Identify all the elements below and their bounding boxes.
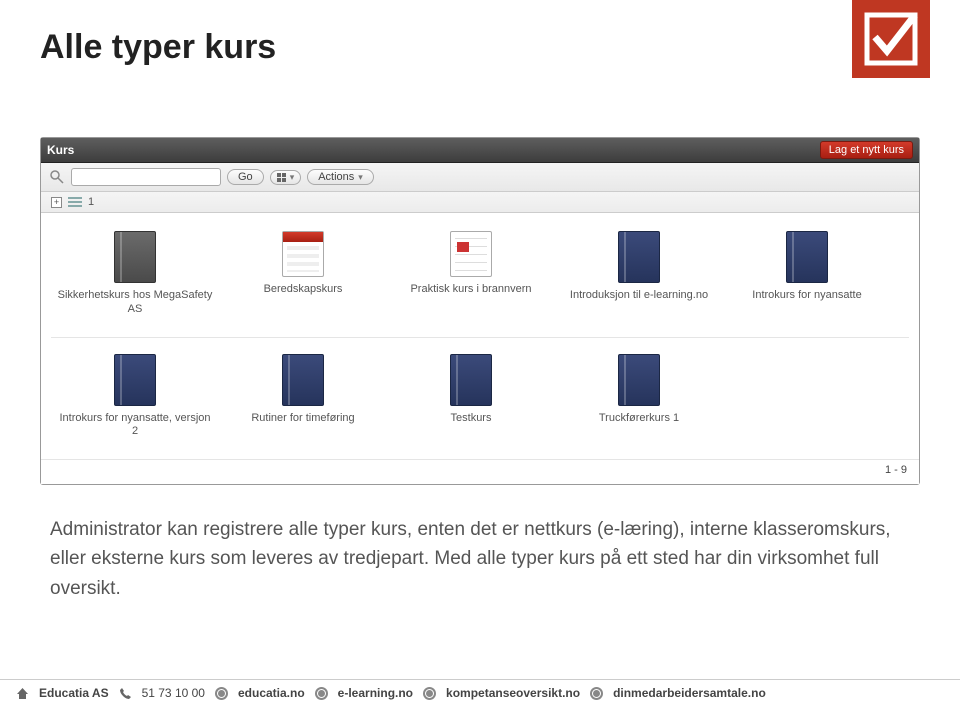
- chevron-down-icon: ▾: [290, 172, 295, 183]
- footer-link[interactable]: kompetanseoversikt.no: [446, 686, 580, 700]
- course-card[interactable]: Truckførerkurs 1: [555, 348, 723, 454]
- book-icon: [282, 354, 324, 406]
- description-text: Administrator kan registrere alle typer …: [50, 515, 910, 603]
- course-label: Praktisk kurs i brannvern: [410, 283, 531, 297]
- phone-icon: [119, 687, 132, 700]
- course-panel: Kurs Lag et nytt kurs Go ▾ Actions ▾ + 1…: [40, 137, 920, 485]
- course-label: Introduksjon til e-learning.no: [570, 289, 708, 303]
- row-divider: [51, 337, 909, 338]
- book-icon: [114, 231, 156, 283]
- actions-button[interactable]: Actions ▾: [307, 169, 374, 185]
- course-label: Beredskapskurs: [264, 283, 343, 297]
- course-card[interactable]: Rutiner for timeføring: [219, 348, 387, 454]
- globe-icon: [215, 687, 228, 700]
- new-course-button[interactable]: Lag et nytt kurs: [820, 141, 913, 159]
- course-card[interactable]: Introkurs for nyansatte, versjon 2: [51, 348, 219, 454]
- toolbar: Go ▾ Actions ▾: [41, 163, 919, 192]
- panel-title: Kurs: [47, 143, 74, 157]
- course-card[interactable]: Beredskapskurs: [219, 225, 387, 331]
- home-icon: [16, 687, 29, 700]
- footer-link[interactable]: educatia.no: [238, 686, 305, 700]
- sub-toolbar: + 1: [41, 192, 919, 213]
- course-label: Sikkerhetskurs hos MegaSafety AS: [55, 289, 215, 317]
- course-label: Introkurs for nyansatte: [752, 289, 861, 303]
- course-label: Introkurs for nyansatte, versjon 2: [55, 412, 215, 440]
- go-button[interactable]: Go: [227, 169, 264, 185]
- footer-phone: 51 73 10 00: [142, 686, 205, 700]
- course-label: Rutiner for timeføring: [251, 412, 354, 426]
- course-card[interactable]: Testkurs: [387, 348, 555, 454]
- footer-link[interactable]: dinmedarbeidersamtale.no: [613, 686, 766, 700]
- footer-company: Educatia AS: [39, 686, 109, 700]
- brand-logo: [852, 0, 930, 78]
- course-card[interactable]: Praktisk kurs i brannvern: [387, 225, 555, 331]
- course-card[interactable]: Introduksjon til e-learning.no: [555, 225, 723, 331]
- list-icon: [68, 197, 82, 208]
- view-toggle-button[interactable]: ▾: [270, 170, 302, 185]
- book-icon: [114, 354, 156, 406]
- globe-icon: [590, 687, 603, 700]
- course-card[interactable]: Introkurs for nyansatte: [723, 225, 891, 331]
- book-icon: [786, 231, 828, 283]
- panel-header: Kurs Lag et nytt kurs: [41, 138, 919, 163]
- calendar-icon: [282, 231, 324, 277]
- result-count: 1 - 9: [41, 459, 919, 484]
- page-footer: Educatia AS 51 73 10 00 educatia.no e-le…: [0, 679, 960, 700]
- course-label: Testkurs: [451, 412, 492, 426]
- globe-icon: [315, 687, 328, 700]
- course-card[interactable]: Sikkerhetskurs hos MegaSafety AS: [51, 225, 219, 331]
- footer-link[interactable]: e-learning.no: [338, 686, 413, 700]
- search-icon: [49, 169, 65, 185]
- course-grid: Sikkerhetskurs hos MegaSafety AS Beredsk…: [41, 213, 919, 459]
- search-input[interactable]: [71, 168, 221, 186]
- book-icon: [450, 354, 492, 406]
- book-icon: [618, 354, 660, 406]
- calendar-icon: [450, 231, 492, 277]
- book-icon: [618, 231, 660, 283]
- globe-icon: [423, 687, 436, 700]
- actions-label: Actions: [318, 171, 354, 183]
- page-indicator: 1: [88, 196, 94, 208]
- page-title: Alle typer kurs: [0, 0, 960, 77]
- expand-button[interactable]: +: [51, 197, 62, 208]
- course-label: Truckførerkurs 1: [599, 412, 679, 426]
- grid-icon: [277, 173, 286, 182]
- chevron-down-icon: ▾: [358, 172, 363, 183]
- checkmark-icon: [861, 9, 921, 69]
